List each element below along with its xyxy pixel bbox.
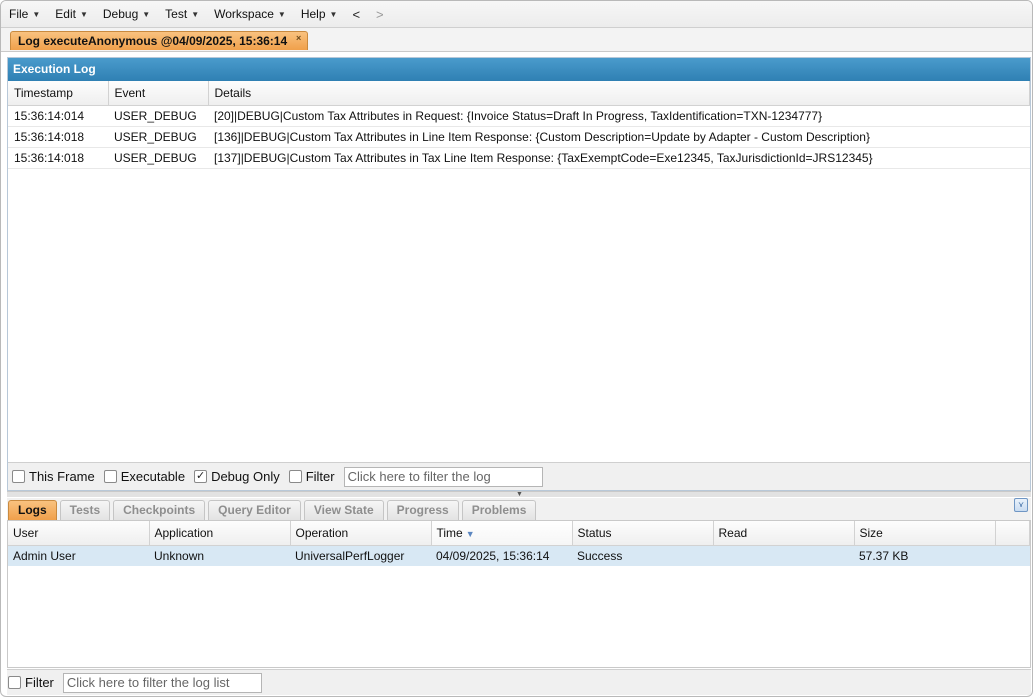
menu-file-label: File <box>9 7 29 21</box>
tab-label: Log executeAnonymous @04/09/2025, 15:36:… <box>18 34 288 48</box>
execution-log-table: Timestamp Event Details 15:36:14:014 USE… <box>8 81 1030 169</box>
menu-workspace-label: Workspace <box>214 7 274 21</box>
lower-tab-bar: Logs Tests Checkpoints Query Editor View… <box>7 498 1031 520</box>
column-header-application[interactable]: Application <box>149 521 291 546</box>
tab-logs[interactable]: Logs <box>8 500 57 520</box>
menu-help-label: Help <box>300 7 326 21</box>
cell-size: 57.37 KB <box>854 545 995 566</box>
execution-log-filter-bar: This Frame Executable ✓ Debug Only Filte… <box>8 462 1030 490</box>
cell-details: [137]|DEBUG|Custom Tax Attributes in Tax… <box>208 147 1030 169</box>
table-row[interactable]: 15:36:14:014 USER_DEBUG [20]|DEBUG|Custo… <box>8 105 1030 127</box>
sort-descending-icon: ▼ <box>465 528 475 539</box>
collapse-panel-icon[interactable]: ⋎ <box>1014 498 1028 512</box>
cell-read <box>713 545 854 566</box>
cell-details: [20]|DEBUG|Custom Tax Attributes in Requ… <box>208 105 1030 127</box>
log-list-panel: User Application Operation Time ▼ Status … <box>7 520 1031 668</box>
log-list-filter-label: Filter <box>25 675 54 690</box>
cell-application: Unknown <box>149 545 290 566</box>
column-header-user[interactable]: User <box>8 521 150 546</box>
cell-event: USER_DEBUG <box>108 126 208 148</box>
panel-splitter[interactable]: ▼ <box>7 491 1031 498</box>
app-window: File ▼ Edit ▼ Debug ▼ Test ▼ Workspace ▼ Help… <box>0 0 1033 697</box>
column-header-status[interactable]: Status <box>572 521 714 546</box>
tab-progress[interactable]: Progress <box>386 500 459 520</box>
tab-checkpoints[interactable]: Checkpoints <box>113 500 206 520</box>
filter-checkbox[interactable] <box>288 470 302 483</box>
table-header-row: User Application Operation Time ▼ Status … <box>8 521 1030 546</box>
menu-debug[interactable]: Debug ▼ <box>103 7 150 21</box>
back-button[interactable]: < <box>352 7 360 22</box>
panel-title: Execution Log <box>8 58 1030 81</box>
column-header-details[interactable]: Details <box>208 81 1030 106</box>
log-list-filter-checkbox[interactable] <box>8 676 21 689</box>
tab-tests[interactable]: Tests <box>59 500 111 520</box>
menu-edit[interactable]: Edit ▼ <box>55 7 88 21</box>
close-icon[interactable]: × <box>294 34 303 43</box>
checkmark-icon: ✓ <box>195 470 206 482</box>
cell-event: USER_DEBUG <box>108 105 208 127</box>
menu-debug-label: Debug <box>102 7 139 21</box>
cell-event: USER_DEBUG <box>108 147 208 169</box>
cell-user: Admin User <box>8 545 149 566</box>
column-header-size[interactable]: Size <box>854 521 996 546</box>
this-frame-label: This Frame <box>29 469 95 484</box>
cell-time: 04/09/2025, 15:36:14 <box>431 545 572 566</box>
column-header-operation[interactable]: Operation <box>290 521 432 546</box>
menu-help[interactable]: Help ▼ <box>301 7 338 21</box>
cell-details: [136]|DEBUG|Custom Tax Attributes in Lin… <box>208 126 1030 148</box>
log-filter-input[interactable] <box>343 466 543 487</box>
tab-query-editor[interactable]: Query Editor <box>208 500 301 520</box>
debug-only-label: Debug Only <box>211 469 280 484</box>
tab-problems[interactable]: Problems <box>461 500 537 520</box>
forward-button[interactable]: > <box>376 7 384 22</box>
caret-down-icon: ▼ <box>142 9 151 19</box>
menu-edit-label: Edit <box>55 7 76 21</box>
log-list-table: User Application Operation Time ▼ Status … <box>8 521 1030 566</box>
cell-timestamp: 15:36:14:014 <box>8 105 108 127</box>
tab-log-execute-anonymous[interactable]: Log executeAnonymous @04/09/2025, 15:36:… <box>10 31 309 50</box>
cell-timestamp: 15:36:14:018 <box>8 126 108 148</box>
executable-checkbox[interactable] <box>103 470 117 483</box>
this-frame-checkbox[interactable] <box>12 470 25 483</box>
column-header-time[interactable]: Time ▼ <box>431 521 573 546</box>
log-list-filter-input[interactable] <box>62 672 262 693</box>
column-header-read[interactable]: Read <box>713 521 855 546</box>
cell-status: Success <box>572 545 713 566</box>
column-header-event[interactable]: Event <box>108 81 209 106</box>
debug-only-checkbox[interactable]: ✓ <box>194 470 208 483</box>
execution-log-panel: Execution Log Timestamp Event Details 15… <box>7 57 1031 491</box>
menu-bar: File ▼ Edit ▼ Debug ▼ Test ▼ Workspace ▼ Help… <box>1 1 1032 28</box>
log-list-filter-bar: Filter <box>7 669 1031 695</box>
column-header-spacer <box>995 521 1030 546</box>
caret-down-icon: ▼ <box>191 9 200 19</box>
document-tab-strip: Log executeAnonymous @04/09/2025, 15:36:… <box>1 28 1032 52</box>
menu-file[interactable]: File ▼ <box>9 7 40 21</box>
menu-workspace[interactable]: Workspace ▼ <box>214 7 286 21</box>
splitter-grip-icon: ▼ <box>516 491 523 498</box>
caret-down-icon: ▼ <box>32 9 41 19</box>
column-header-time-label: Time <box>436 525 463 540</box>
filter-label: Filter <box>305 469 335 484</box>
cell-timestamp: 15:36:14:018 <box>8 147 108 169</box>
table-header-row: Timestamp Event Details <box>8 81 1030 106</box>
cell-operation: UniversalPerfLogger <box>290 545 431 566</box>
caret-down-icon: ▼ <box>277 9 286 19</box>
table-row[interactable]: Admin User Unknown UniversalPerfLogger 0… <box>8 545 1030 566</box>
menu-test-label: Test <box>165 7 188 21</box>
column-header-timestamp[interactable]: Timestamp <box>8 81 109 106</box>
tab-view-state[interactable]: View State <box>303 500 384 520</box>
caret-down-icon: ▼ <box>79 9 88 19</box>
executable-label: Executable <box>120 469 186 484</box>
table-row[interactable]: 15:36:14:018 USER_DEBUG [136]|DEBUG|Cust… <box>8 126 1030 148</box>
caret-down-icon: ▼ <box>329 9 338 19</box>
table-row[interactable]: 15:36:14:018 USER_DEBUG [137]|DEBUG|Cust… <box>8 147 1030 169</box>
menu-test[interactable]: Test ▼ <box>165 7 199 21</box>
cell-spacer <box>995 545 1030 566</box>
